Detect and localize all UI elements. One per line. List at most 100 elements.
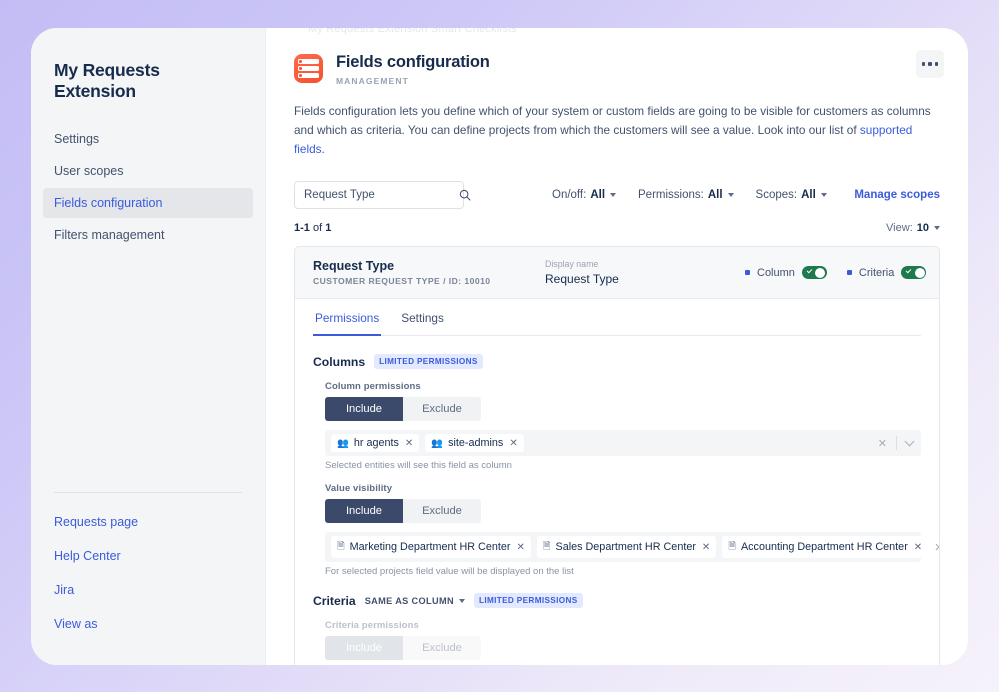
project-chip-label: Accounting Department HR Center: [740, 541, 908, 553]
value-visibility-exclude-option[interactable]: Exclude: [403, 499, 481, 523]
project-icon: 🗎: [337, 541, 345, 552]
sidebar-link-help-center[interactable]: Help Center: [54, 549, 242, 563]
criteria-permissions-label: Criteria permissions: [325, 620, 419, 631]
view-size-selector[interactable]: View: 10: [886, 222, 940, 234]
chevron-down-icon[interactable]: [904, 436, 915, 447]
chevron-down-icon: [820, 193, 827, 197]
field-card-header[interactable]: Request Type CUSTOMER REQUEST TYPE / ID:…: [295, 247, 939, 299]
filter-scopes-value: All: [801, 189, 816, 201]
filter-permissions[interactable]: Permissions: All: [638, 189, 734, 201]
filter-onoff[interactable]: On/off: All: [552, 189, 617, 201]
remove-chip-icon[interactable]: ✕: [509, 438, 517, 449]
sidebar-item-user-scopes[interactable]: User scopes: [43, 156, 253, 186]
multiselect-controls: ✕: [878, 436, 915, 450]
project-chip[interactable]: 🗎 Sales Department HR Center ✕: [536, 536, 717, 558]
entity-chip[interactable]: 👥 hr agents ✕: [331, 434, 420, 452]
sidebar-link-requests-page[interactable]: Requests page: [54, 515, 242, 529]
square-bullet-icon: [846, 270, 852, 275]
remove-chip-icon[interactable]: ✕: [702, 542, 710, 553]
search-icon: [459, 189, 471, 201]
column-permissions-include-option[interactable]: Include: [325, 397, 403, 421]
search-input[interactable]: [304, 189, 458, 201]
sidebar-link-view-as[interactable]: View as: [54, 617, 242, 631]
group-icon: 👥: [431, 437, 444, 449]
main-content: My Requests Extension Smart Checklists F…: [266, 28, 968, 665]
column-toggle-group: Column: [745, 266, 827, 279]
column-toggle-switch[interactable]: [801, 266, 827, 279]
criteria-limited-permissions-badge: LIMITED PERMISSIONS: [473, 593, 583, 608]
criteria-toggle-group: Criteria: [846, 266, 927, 279]
page-header: Fields configuration MANAGEMENT: [294, 44, 940, 86]
remove-chip-icon[interactable]: ✕: [405, 438, 413, 449]
square-bullet-icon: [745, 270, 750, 275]
result-total: 1: [325, 222, 332, 234]
divider: [896, 436, 897, 450]
field-name-block: Request Type CUSTOMER REQUEST TYPE / ID:…: [313, 259, 545, 286]
criteria-section-header: Criteria SAME AS COLUMN LIMITED PERMISSI…: [313, 593, 921, 608]
field-card-body: Permissions Settings Columns LIMITED PER…: [295, 299, 939, 665]
entity-chip[interactable]: 👥 site-admins ✕: [425, 434, 524, 452]
criteria-toggle-switch[interactable]: [901, 266, 927, 279]
entity-chip-label: site-admins: [448, 437, 504, 449]
project-chip-label: Sales Department HR Center: [555, 541, 696, 553]
sidebar-item-fields-configuration[interactable]: Fields configuration: [43, 188, 253, 218]
chevron-down-icon: [727, 193, 734, 197]
value-visibility-label: Value visibility: [325, 483, 393, 494]
chevron-down-icon: [610, 193, 617, 197]
remove-chip-icon[interactable]: ✕: [516, 542, 524, 553]
sidebar-item-settings[interactable]: Settings: [43, 124, 253, 154]
filter-scopes[interactable]: Scopes: All: [756, 189, 827, 201]
description-text: Fields configuration lets you define whi…: [294, 104, 931, 137]
column-permissions-block: Column permissions Include Exclude 👥 hr …: [313, 381, 939, 577]
tab-permissions[interactable]: Permissions: [313, 299, 382, 336]
page-header-text: Fields configuration MANAGEMENT: [336, 52, 490, 86]
criteria-permissions-include-option: Include: [325, 636, 403, 660]
filter-onoff-value: All: [590, 189, 606, 201]
search-box[interactable]: [294, 181, 471, 209]
manage-scopes-link[interactable]: Manage scopes: [854, 189, 940, 201]
criteria-section-title: Criteria: [313, 593, 356, 608]
sidebar-title: My Requests Extension: [54, 60, 160, 101]
field-meta: CUSTOMER REQUEST TYPE / ID: 10010: [313, 276, 491, 286]
value-visibility-include-option[interactable]: Include: [325, 499, 403, 523]
criteria-section: Criteria SAME AS COLUMN LIMITED PERMISSI…: [313, 593, 921, 665]
criteria-permissions-segmented-control: Include Exclude: [325, 636, 481, 660]
clear-all-icon[interactable]: ✕: [878, 437, 887, 450]
criteria-mode-selector[interactable]: SAME AS COLUMN: [365, 596, 465, 606]
display-name-block: Display name Request Type: [545, 259, 745, 286]
sidebar-item-filters-management[interactable]: Filters management: [43, 220, 253, 250]
value-visibility-multiselect[interactable]: 🗎 Marketing Department HR Center ✕ 🗎 Sal…: [325, 532, 939, 562]
page-title: Fields configuration: [336, 53, 490, 71]
column-permissions-label: Column permissions: [325, 381, 421, 392]
result-range: 1-1 of 1: [294, 222, 331, 234]
criteria-permissions-block: Criteria permissions Include Exclude 👥 h…: [313, 620, 921, 665]
sidebar-link-jira[interactable]: Jira: [54, 583, 242, 597]
filter-permissions-value: All: [707, 189, 723, 201]
sidebar-divider: [54, 492, 242, 493]
result-of-text: of: [309, 222, 326, 234]
remove-chip-icon[interactable]: ✕: [914, 542, 922, 553]
result-range-value: 1-1: [294, 222, 310, 234]
columns-section-header: Columns LIMITED PERMISSIONS: [313, 354, 921, 369]
filter-scopes-label: Scopes:: [755, 189, 798, 201]
clear-all-icon[interactable]: ✕: [934, 541, 939, 554]
more-dot: [921, 62, 926, 66]
project-icon: 🗎: [542, 541, 551, 552]
clipped-overflow-text: My Requests Extension Smart Checklists: [308, 28, 517, 35]
project-chip[interactable]: 🗎 Marketing Department HR Center ✕: [331, 536, 531, 558]
criteria-permissions-exclude-option: Exclude: [403, 636, 481, 660]
chevron-down-icon: [934, 226, 940, 230]
sidebar: My Requests Extension Settings User scop…: [31, 28, 266, 665]
tab-settings[interactable]: Settings: [399, 299, 446, 336]
field-card-request-type: Request Type CUSTOMER REQUEST TYPE / ID:…: [294, 246, 940, 665]
value-visibility-helper: For selected projects field value will b…: [325, 566, 574, 577]
more-options-button[interactable]: [916, 50, 944, 78]
column-permissions-exclude-option[interactable]: Exclude: [403, 397, 481, 421]
pagination-row: 1-1 of 1 View: 10: [294, 222, 940, 234]
entity-chip-label: hr agents: [353, 437, 399, 449]
columns-section-title: Columns: [313, 354, 366, 369]
column-permissions-multiselect[interactable]: 👥 hr agents ✕ 👥 site-admins ✕ ✕: [325, 430, 921, 456]
project-chip[interactable]: 🗎 Accounting Department HR Center ✕: [722, 536, 929, 558]
app-window: My Requests Extension Settings User scop…: [31, 28, 968, 665]
